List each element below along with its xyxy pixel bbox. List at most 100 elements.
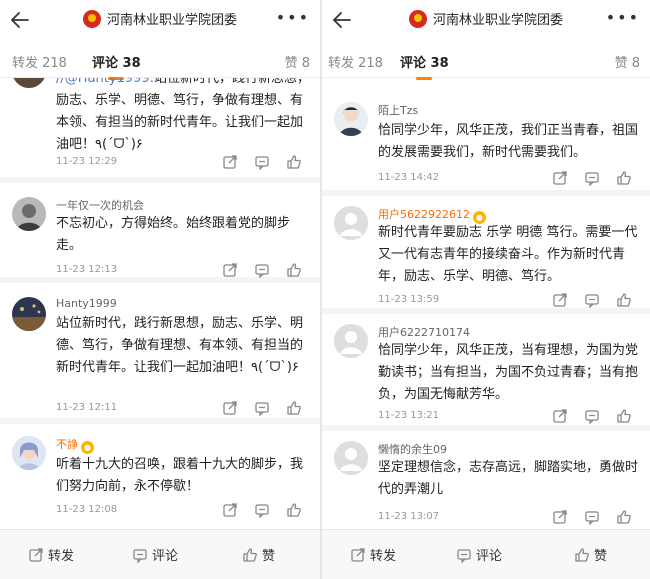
like-icon[interactable] — [286, 502, 302, 518]
tab-likes[interactable]: 赞 8 — [615, 52, 640, 71]
comment-icon[interactable] — [584, 170, 600, 186]
comment-icon[interactable] — [254, 154, 270, 170]
share-icon[interactable] — [222, 262, 238, 278]
more-icon[interactable]: ••• — [606, 8, 640, 27]
comment-button[interactable]: 评论 — [132, 545, 178, 564]
comment-actions — [552, 408, 632, 424]
repost-button[interactable]: 转发 — [28, 545, 74, 564]
badge-icon: ● — [81, 441, 94, 454]
comment-time: 11-23 14:42 — [378, 172, 440, 183]
like-icon[interactable] — [286, 400, 302, 416]
screen-right: 河南林业职业学院团委 ••• 转发 218 评论 38 赞 8 陌上Tzs 恰同… — [322, 0, 650, 579]
comment-button[interactable]: 评论 — [456, 545, 502, 564]
like-icon[interactable] — [286, 154, 302, 170]
username[interactable]: 懒惰的余生09 — [378, 441, 447, 457]
tab-repost[interactable]: 转发 218 — [328, 52, 383, 71]
comment-icon[interactable] — [254, 502, 270, 518]
emblem-icon — [408, 10, 427, 28]
share-icon[interactable] — [552, 408, 568, 424]
username[interactable]: 用户6222710174 — [378, 324, 470, 340]
comment-item: 不諍 ● 听着十九大的召唤，跟着十九大的脚步，我们努力向前，永不停歇！ 11-23… — [0, 424, 320, 529]
comment-item: 用户5622922612 ● 新时代青年要励志 乐学 明德 笃行。需要一代又一代有… — [322, 196, 650, 314]
comment-time: 11-23 13:59 — [378, 294, 440, 305]
comment-actions — [222, 400, 302, 416]
like-icon[interactable] — [286, 262, 302, 278]
comment-item: 陌上Tzs 恰同学少年，风华正茂，我们正当青春，祖国的发展需要我们，新时代需要我… — [322, 78, 650, 196]
share-icon[interactable] — [552, 170, 568, 186]
like-icon[interactable] — [616, 292, 632, 308]
comment-text: 站位新时代，践行新思想，励志、乐学、明德、笃行，争做有理想、有本领、有担当的新时… — [56, 316, 304, 375]
comment-text: 坚定理想信念，志存高远，脚踏实地，勇做时代的弄潮儿 — [378, 460, 639, 497]
top-bar: 河南林业职业学院团委 ••• — [0, 0, 320, 40]
comment-icon — [132, 547, 148, 563]
username[interactable]: 不諍 ● — [56, 436, 94, 454]
tab-comments[interactable]: 评论 38 — [92, 52, 141, 80]
comment-item: 一年仅一次的机会 不忘初心，方得始终。始终跟着党的脚步走。 11-23 12:1… — [0, 183, 320, 283]
comment-item: 懒惰的余生09 坚定理想信念，志存高远，脚踏实地，勇做时代的弄潮儿 11-23 … — [322, 431, 650, 529]
comment-actions — [222, 262, 302, 278]
comment-icon[interactable] — [584, 292, 600, 308]
comment-list[interactable]: //@Hanty1999: 站位新时代，践行新思想，励志、乐学、明德、笃行，争做有… — [0, 78, 320, 529]
bottom-action-bar: 转发 评论 赞 — [0, 529, 320, 579]
avatar[interactable] — [334, 102, 368, 136]
comment-actions — [552, 292, 632, 308]
like-icon — [242, 547, 258, 563]
tab-likes[interactable]: 赞 8 — [285, 52, 310, 71]
like-icon — [574, 547, 590, 563]
comment-list[interactable]: 陌上Tzs 恰同学少年，风华正茂，我们正当青春，祖国的发展需要我们，新时代需要我… — [322, 78, 650, 529]
share-icon[interactable] — [222, 502, 238, 518]
comment-time: 11-23 12:29 — [56, 156, 118, 167]
comment-text: 不忘初心，方得始终。始终跟着党的脚步走。 — [56, 216, 291, 253]
share-icon[interactable] — [552, 509, 568, 525]
comment-actions — [552, 509, 632, 525]
header-title[interactable]: 河南林业职业学院团委 — [322, 9, 650, 28]
tab-bar: 转发 218 评论 38 赞 8 — [322, 44, 650, 80]
more-icon[interactable]: ••• — [276, 8, 310, 27]
avatar[interactable] — [12, 78, 46, 88]
tab-repost[interactable]: 转发 218 — [12, 52, 67, 71]
avatar[interactable] — [12, 436, 46, 470]
avatar[interactable] — [334, 324, 368, 358]
like-icon[interactable] — [616, 170, 632, 186]
comment-icon[interactable] — [254, 262, 270, 278]
share-icon — [350, 547, 366, 563]
comment-time: 11-23 13:21 — [378, 410, 440, 421]
comment-time: 11-23 12:11 — [56, 402, 118, 413]
mention-link[interactable]: //@Hanty1999: — [56, 78, 154, 86]
avatar[interactable] — [334, 441, 368, 475]
comment-time: 11-23 12:08 — [56, 504, 118, 515]
share-icon[interactable] — [222, 400, 238, 416]
screen-left: 河南林业职业学院团委 ••• 转发 218 评论 38 赞 8 //@Hanty… — [0, 0, 320, 579]
share-icon[interactable] — [552, 292, 568, 308]
comment-text: 听着十九大的召唤，跟着十九大的脚步，我们努力向前，永不停歇！ — [56, 457, 304, 494]
avatar[interactable] — [12, 297, 46, 331]
repost-button[interactable]: 转发 — [350, 545, 396, 564]
avatar[interactable] — [334, 206, 368, 240]
avatar[interactable] — [12, 197, 46, 231]
tab-bar: 转发 218 评论 38 赞 8 — [0, 44, 320, 80]
username[interactable]: Hanty1999 — [56, 297, 117, 310]
comment-icon[interactable] — [254, 400, 270, 416]
like-icon[interactable] — [616, 408, 632, 424]
share-icon — [28, 547, 44, 563]
comment-actions — [222, 154, 302, 170]
username[interactable]: 陌上Tzs — [378, 102, 418, 118]
comment-icon[interactable] — [584, 408, 600, 424]
like-button[interactable]: 赞 — [574, 545, 607, 564]
comment-text: 新时代青年要励志 乐学 明德 笃行。需要一代又一代有志青年的接续奋斗。作为新时代… — [378, 225, 638, 284]
like-button[interactable]: 赞 — [242, 545, 275, 564]
username[interactable]: 一年仅一次的机会 — [56, 197, 144, 213]
comment-time: 11-23 13:07 — [378, 511, 440, 522]
header-title[interactable]: 河南林业职业学院团委 — [0, 9, 320, 28]
comment-time: 11-23 12:13 — [56, 264, 118, 275]
comment-actions — [552, 170, 632, 186]
like-icon[interactable] — [616, 509, 632, 525]
comment-item: 用户6222710174 恰同学少年，风华正茂，当有理想，为国为党勤读书；当有担… — [322, 314, 650, 431]
share-icon[interactable] — [222, 154, 238, 170]
comment-icon — [456, 547, 472, 563]
comment-text: 恰同学少年，风华正茂，我们正当青春，祖国的发展需要我们，新时代需要我们。 — [378, 123, 639, 160]
tab-comments[interactable]: 评论 38 — [400, 52, 449, 80]
comment-text: //@Hanty1999:站位新时代，践行新思想，励志、乐学、明德、笃行，争做有… — [56, 78, 310, 156]
comment-icon[interactable] — [584, 509, 600, 525]
comment-item: Hanty1999 站位新时代，践行新思想，励志、乐学、明德、笃行，争做有理想、… — [0, 283, 320, 424]
